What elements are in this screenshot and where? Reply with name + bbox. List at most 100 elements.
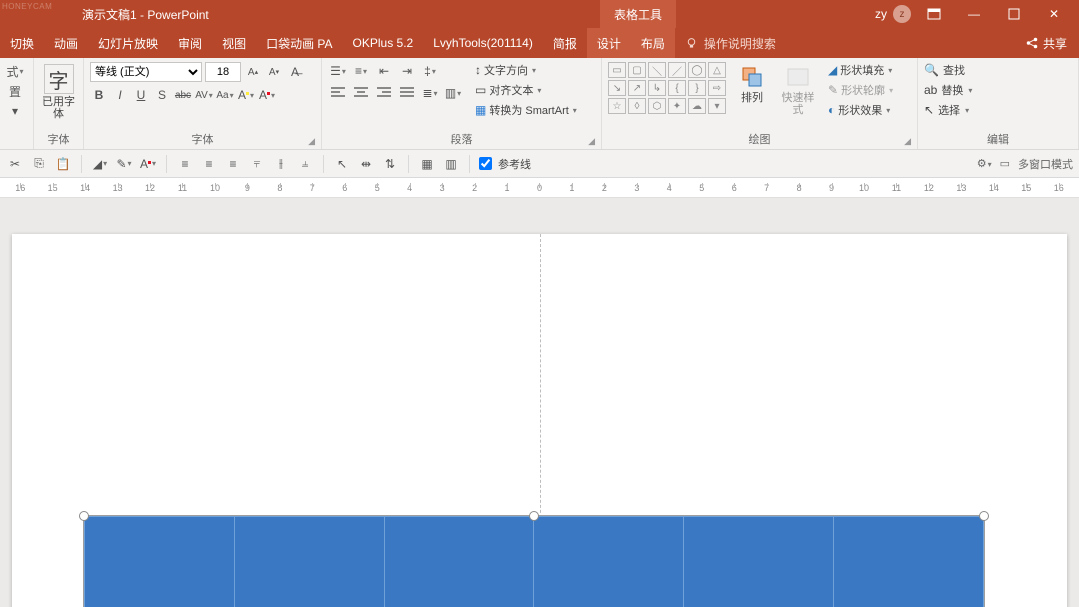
align-text-button[interactable]: ▭对齐文本▾ bbox=[475, 82, 577, 98]
qat-font-color[interactable]: A▾ bbox=[139, 155, 157, 173]
increase-indent-button[interactable]: ⇥ bbox=[397, 62, 417, 80]
qat-cursor[interactable]: ↖ bbox=[333, 155, 351, 173]
table[interactable] bbox=[84, 516, 984, 607]
shape-oval-icon[interactable]: ◯ bbox=[688, 62, 706, 78]
maximize-button[interactable] bbox=[997, 0, 1031, 28]
qat-align-middle[interactable]: ⫲ bbox=[272, 155, 290, 173]
decrease-indent-button[interactable]: ⇤ bbox=[374, 62, 394, 80]
bold-button[interactable]: B bbox=[90, 86, 108, 104]
font-name-select[interactable]: 等线 (正文) bbox=[90, 62, 202, 82]
change-case-button[interactable]: Aa▾ bbox=[216, 86, 234, 104]
qat-shape-fill[interactable]: ◢▾ bbox=[91, 155, 109, 173]
used-fonts-button[interactable]: 字 已用字 体 bbox=[40, 62, 77, 122]
distribute-button[interactable]: ≣▾ bbox=[420, 84, 440, 102]
shape-rounded-icon[interactable]: ▢ bbox=[628, 62, 646, 78]
shape-plus-icon[interactable]: ✦ bbox=[668, 98, 686, 114]
highlight-button[interactable]: A▾ bbox=[237, 86, 255, 104]
qat-distribute-v[interactable]: ⇅ bbox=[381, 155, 399, 173]
font-dialog-launcher[interactable]: ◢ bbox=[308, 136, 315, 147]
tab-view[interactable]: 视图 bbox=[212, 28, 256, 58]
table-header-row[interactable] bbox=[85, 517, 984, 607]
resize-handle-n[interactable] bbox=[529, 511, 539, 521]
multi-window-button[interactable]: 多窗口模式 bbox=[1018, 156, 1073, 172]
select-button[interactable]: ↖选择▾ bbox=[924, 102, 972, 118]
section-btn[interactable]: ▾ bbox=[6, 102, 24, 120]
tell-me-search[interactable]: 操作说明搜索 bbox=[675, 28, 786, 58]
quick-styles-button[interactable]: 快速样式 bbox=[778, 62, 818, 118]
close-button[interactable]: ✕ bbox=[1037, 0, 1071, 28]
shape-callout-icon[interactable]: ◊ bbox=[628, 98, 646, 114]
tab-lvyhtools[interactable]: LvyhTools(201114) bbox=[423, 28, 543, 58]
increase-font-icon[interactable]: A▴ bbox=[244, 63, 262, 81]
slide-canvas[interactable] bbox=[0, 198, 1079, 607]
shape-outline-button[interactable]: ✎形状轮廓▾ bbox=[828, 82, 893, 98]
tab-slideshow[interactable]: 幻灯片放映 bbox=[88, 28, 168, 58]
char-spacing-button[interactable]: AV▾ bbox=[195, 86, 213, 104]
user-avatar[interactable]: z bbox=[893, 5, 911, 23]
bullets-button[interactable]: ☰▾ bbox=[328, 62, 348, 80]
shape-line-icon[interactable]: ＼ bbox=[648, 62, 666, 78]
italic-button[interactable]: I bbox=[111, 86, 129, 104]
shape-arrow2-icon[interactable]: ↗ bbox=[628, 80, 646, 96]
ribbon-display-options-icon[interactable] bbox=[917, 0, 951, 28]
shape-line2-icon[interactable]: ／ bbox=[668, 62, 686, 78]
qat-align-top[interactable]: ⫧ bbox=[248, 155, 266, 173]
window-mode-icon[interactable]: ▭ bbox=[1000, 157, 1010, 170]
numbering-button[interactable]: ≡▾ bbox=[351, 62, 371, 80]
resize-handle-nw[interactable] bbox=[79, 511, 89, 521]
qat-ungroup[interactable]: ▥ bbox=[442, 155, 460, 173]
clear-formatting-icon[interactable]: A̶ bbox=[286, 63, 304, 81]
qat-format-painter[interactable]: ✂ bbox=[6, 155, 24, 173]
arrange-button[interactable]: 排列 bbox=[732, 62, 772, 106]
reset-btn[interactable]: 置 bbox=[6, 82, 24, 100]
qat-align-center[interactable]: ≡ bbox=[200, 155, 218, 173]
shape-cloud-icon[interactable]: ☁ bbox=[688, 98, 706, 114]
shape-hex-icon[interactable]: ⬡ bbox=[648, 98, 666, 114]
resize-handle-ne[interactable] bbox=[979, 511, 989, 521]
tab-transitions[interactable]: 切换 bbox=[0, 28, 44, 58]
strikethrough-button[interactable]: abc bbox=[174, 86, 192, 104]
tab-okplus[interactable]: OKPlus 5.2 bbox=[343, 28, 424, 58]
decrease-font-icon[interactable]: A▾ bbox=[265, 63, 283, 81]
align-center-button[interactable] bbox=[351, 84, 371, 102]
paragraph-dialog-launcher[interactable]: ◢ bbox=[588, 136, 595, 147]
underline-button[interactable]: U bbox=[132, 86, 150, 104]
settings-icon[interactable]: ⚙▾ bbox=[977, 157, 992, 170]
shape-effects-button[interactable]: ◐形状效果▾ bbox=[828, 102, 893, 118]
shapes-gallery[interactable]: ▭ ▢ ＼ ／ ◯ △ ↘ ↗ ↳ { } ⇨ ☆ ◊ ⬡ ✦ ☁ ▾ bbox=[608, 62, 726, 114]
qat-distribute-h[interactable]: ⇹ bbox=[357, 155, 375, 173]
horizontal-ruler[interactable]: 1615141312111098765432101234567891011121… bbox=[0, 178, 1079, 198]
share-button[interactable]: 共享 bbox=[1013, 28, 1079, 58]
line-spacing-button[interactable]: ‡▾ bbox=[420, 62, 440, 80]
columns-button[interactable]: ▥▾ bbox=[443, 84, 463, 102]
user-name[interactable]: zy bbox=[875, 7, 887, 21]
font-color-button[interactable]: A▾ bbox=[258, 86, 276, 104]
tab-review[interactable]: 审阅 bbox=[168, 28, 212, 58]
qat-shape-outline[interactable]: ✎▾ bbox=[115, 155, 133, 173]
align-right-button[interactable] bbox=[374, 84, 394, 102]
qat-paste[interactable]: 📋 bbox=[54, 155, 72, 173]
tab-jianbao[interactable]: 简报 bbox=[543, 28, 587, 58]
align-left-button[interactable] bbox=[328, 84, 348, 102]
replace-button[interactable]: ab替换▾ bbox=[924, 82, 972, 98]
minimize-button[interactable]: — bbox=[957, 0, 991, 28]
format-btn[interactable]: 式▾ bbox=[6, 62, 24, 80]
guides-checkbox[interactable] bbox=[479, 157, 492, 170]
shape-arrow1-icon[interactable]: ↘ bbox=[608, 80, 626, 96]
qat-align-bottom[interactable]: ⫨ bbox=[296, 155, 314, 173]
tab-table-layout[interactable]: 布局 bbox=[631, 28, 675, 58]
shape-star-icon[interactable]: ☆ bbox=[608, 98, 626, 114]
qat-align-right[interactable]: ≡ bbox=[224, 155, 242, 173]
shape-brace-icon[interactable]: { bbox=[668, 80, 686, 96]
tab-pocket-anim[interactable]: 口袋动画 PA bbox=[256, 28, 342, 58]
font-size-input[interactable] bbox=[205, 62, 241, 82]
shape-rect-icon[interactable]: ▭ bbox=[608, 62, 626, 78]
shape-fill-button[interactable]: ◢形状填充▾ bbox=[828, 62, 893, 78]
drawing-dialog-launcher[interactable]: ◢ bbox=[904, 136, 911, 147]
table-object[interactable] bbox=[84, 516, 984, 607]
find-button[interactable]: 🔍查找 bbox=[924, 62, 972, 78]
qat-align-left[interactable]: ≡ bbox=[176, 155, 194, 173]
shape-more-icon[interactable]: △ bbox=[708, 62, 726, 78]
shape-connector-icon[interactable]: ↳ bbox=[648, 80, 666, 96]
tab-animations[interactable]: 动画 bbox=[44, 28, 88, 58]
